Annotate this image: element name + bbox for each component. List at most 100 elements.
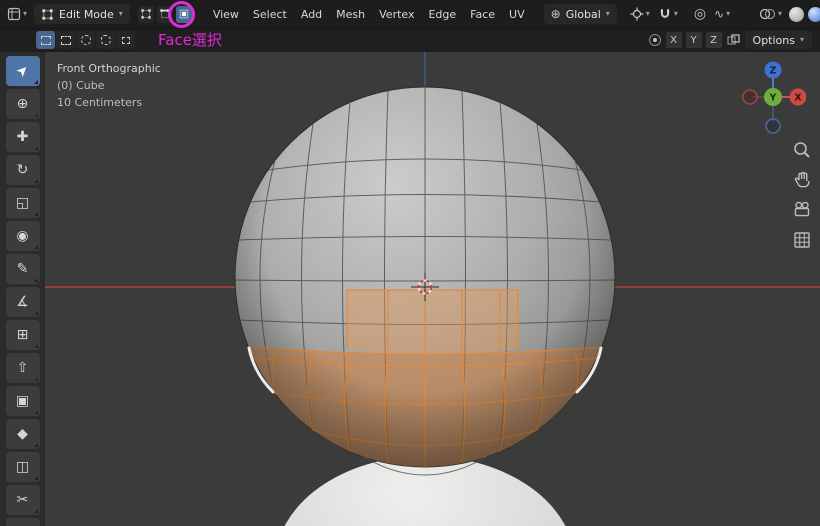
menu-mesh[interactable]: Mesh <box>329 5 372 24</box>
tool-poly-build[interactable]: △ <box>5 518 40 526</box>
tool-transform[interactable]: ◉ <box>5 221 40 251</box>
menu-bar: View Select Add Mesh Vertex Edge Face UV <box>206 5 532 24</box>
tool-inset[interactable]: ▣ <box>5 386 40 416</box>
viewport-3d[interactable]: Front Orthographic (0) Cube 10 Centimete… <box>45 52 820 526</box>
extrude-icon: ⇧ <box>16 360 29 376</box>
gizmo-z-label: Z <box>770 66 777 77</box>
selected-faces <box>235 87 615 467</box>
options-dropdown[interactable]: Options ▾ <box>744 31 812 49</box>
blender-window: ▾ Edit Mode ▾ View Select Add Mesh Verte… <box>0 0 820 526</box>
mirror-y-button[interactable]: Y <box>685 32 702 48</box>
grid-scale-text: 10 Centimeters <box>57 96 143 109</box>
tool-bevel[interactable]: ◆ <box>5 419 40 449</box>
mirror-z-button[interactable]: Z <box>705 32 722 48</box>
zoom-icon[interactable] <box>792 140 812 160</box>
snap-target-button[interactable]: ▾ <box>627 5 653 23</box>
select-tool-variants <box>36 31 135 49</box>
head-mesh[interactable] <box>225 86 625 526</box>
transform-orientation-dropdown[interactable]: ⊕ Global ▾ <box>543 4 617 24</box>
tool-rotate[interactable]: ↻ <box>5 155 40 185</box>
falloff-icon: ∿ <box>714 7 725 21</box>
select-circle-button[interactable] <box>76 31 95 49</box>
orientation-label: Global <box>565 7 601 21</box>
gizmo-y-label: Y <box>769 93 777 104</box>
move-icon: ✚ <box>16 129 29 145</box>
tool-add-cube[interactable]: ⊞ <box>5 320 40 350</box>
magnet-icon <box>660 9 669 18</box>
gizmo-z-neg-ball[interactable] <box>765 118 781 134</box>
overlays-icon <box>759 8 776 20</box>
shading-solid-icon[interactable] <box>789 6 804 22</box>
select-tweak-button[interactable] <box>36 31 55 49</box>
circle-select-icon <box>80 35 91 45</box>
camera-view-icon[interactable] <box>792 200 812 220</box>
add-cube-icon: ⊞ <box>16 327 29 343</box>
select-mode-group <box>137 5 192 23</box>
snap-magnet-button[interactable]: ▾ <box>655 5 681 23</box>
bevel-icon: ◆ <box>17 426 28 442</box>
tool-select-box[interactable]: ➤ <box>5 56 40 86</box>
vertex-select-icon <box>141 9 151 19</box>
menu-vertex[interactable]: Vertex <box>372 5 421 24</box>
tool-scale[interactable]: ◱ <box>5 188 40 218</box>
transform-icon: ◉ <box>16 228 29 244</box>
chevron-down-icon: ▾ <box>118 9 123 18</box>
pan-hand-icon[interactable] <box>792 170 812 190</box>
viewport-side-controls <box>792 140 812 250</box>
chevron-down-icon: ▾ <box>673 9 678 18</box>
snap-target-icon <box>630 7 644 21</box>
chevron-down-icon: ▾ <box>799 35 804 44</box>
menu-edge[interactable]: Edge <box>421 5 463 24</box>
proportional-edit-group: ◎ ∿ ▾ <box>691 5 733 23</box>
proportional-edit-button[interactable]: ◎ <box>691 5 709 23</box>
header-right-icons: ▾ <box>756 5 820 23</box>
select-box-mode-button[interactable] <box>56 31 75 49</box>
active-object-text: (0) Cube <box>57 79 105 92</box>
menu-select[interactable]: Select <box>246 5 294 24</box>
overlays-button[interactable]: ▾ <box>756 5 785 23</box>
tool-loop-cut[interactable]: ◫ <box>5 452 40 482</box>
tweak-icon <box>40 35 51 45</box>
gizmo-x-neg-ball[interactable] <box>742 89 758 105</box>
snap-overlap-icon[interactable] <box>726 33 741 47</box>
menu-uv[interactable]: UV <box>502 5 532 24</box>
tool-annotate[interactable]: ✎ <box>5 254 40 284</box>
scene-canvas[interactable] <box>45 52 820 526</box>
inset-icon: ▣ <box>15 393 30 409</box>
navigation-gizmo[interactable]: Z X Y <box>740 60 806 136</box>
transform-pivot-icon[interactable] <box>648 33 662 47</box>
vertex-select-button[interactable] <box>137 5 154 23</box>
select-box-icon: ➤ <box>12 61 33 81</box>
tool-settings-right: X Y Z Options ▾ <box>648 31 820 49</box>
chevron-down-icon: ▾ <box>726 9 731 18</box>
tool-knife[interactable]: ✂ <box>5 485 40 515</box>
face-select-button[interactable] <box>175 5 192 23</box>
toolbar-left: ➤ ⊕ ✚ ↻ ◱ ◉ ✎ ∡ ⊞ ⇧ ▣ ◆ ◫ ✂ △ <box>0 52 45 526</box>
tool-cursor[interactable]: ⊕ <box>5 89 40 119</box>
tool-extrude[interactable]: ⇧ <box>5 353 40 383</box>
extend-select-icon <box>121 36 130 44</box>
chevron-down-icon: ▾ <box>777 9 782 18</box>
select-extend-button[interactable] <box>116 31 135 49</box>
mode-label: Edit Mode <box>59 7 114 21</box>
select-lasso-button[interactable] <box>96 31 115 49</box>
edge-select-button[interactable] <box>156 5 173 23</box>
scale-icon: ◱ <box>15 195 30 211</box>
menu-face[interactable]: Face <box>463 5 502 24</box>
view-mode-text: Front Orthographic <box>57 62 161 75</box>
shading-material-icon[interactable] <box>808 6 820 22</box>
mirror-x-button[interactable]: X <box>665 32 682 48</box>
chevron-down-icon: ▾ <box>605 9 610 18</box>
editor-type-button[interactable]: ▾ <box>4 5 30 23</box>
falloff-button[interactable]: ∿ ▾ <box>711 6 733 22</box>
chevron-down-icon: ▾ <box>645 9 650 18</box>
annotation-label: Face選択 <box>158 31 222 49</box>
cursor-icon: ⊕ <box>16 96 29 112</box>
menu-view[interactable]: View <box>206 5 246 24</box>
tool-move[interactable]: ✚ <box>5 122 40 152</box>
menu-add[interactable]: Add <box>294 5 329 24</box>
grid-toggle-icon[interactable] <box>792 230 812 250</box>
measure-icon: ∡ <box>16 294 29 310</box>
tool-measure[interactable]: ∡ <box>5 287 40 317</box>
mode-dropdown[interactable]: Edit Mode ▾ <box>34 4 130 24</box>
